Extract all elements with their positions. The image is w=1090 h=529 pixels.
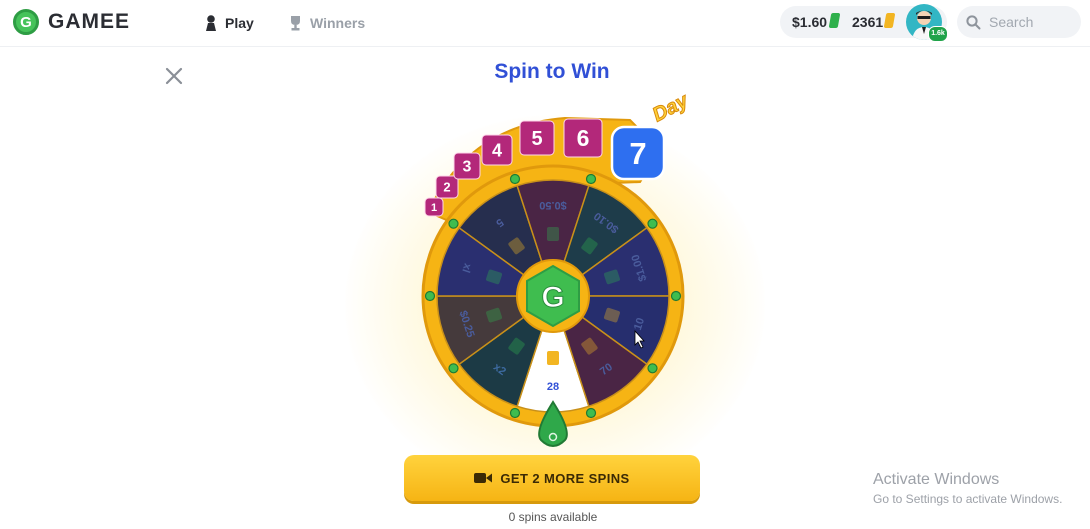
rim-stud xyxy=(448,363,459,374)
rim-stud xyxy=(424,290,436,302)
day-label: Day xyxy=(649,89,692,126)
wheel-segment-label: $0.50 xyxy=(539,199,567,211)
day-cell: 4 xyxy=(481,134,513,166)
day-number: 3 xyxy=(463,158,472,175)
rim-stud xyxy=(647,363,658,374)
spins-available-text: 0 spins available xyxy=(508,510,598,524)
rim-stud xyxy=(585,173,597,185)
day-cell: 1 xyxy=(424,197,444,217)
day-cell: 7 xyxy=(610,125,666,181)
day-number: 4 xyxy=(492,140,502,160)
watermark-title: Activate Windows xyxy=(873,471,1000,488)
get-more-spins-label: GET 2 MORE SPINS xyxy=(500,470,630,486)
get-more-spins-button[interactable]: GET 2 MORE SPINS xyxy=(404,455,700,501)
day-cell: 3 xyxy=(453,152,481,180)
watermark-subtitle: Go to Settings to activate Windows. xyxy=(873,492,1063,506)
rim-stud xyxy=(448,218,459,229)
rim-stud xyxy=(509,173,521,185)
rim-stud xyxy=(585,407,597,419)
spin-wheel-graphic: 12345 6 7 Day 28x2$0.25xl5$0.50$0.10$1.001… xyxy=(421,89,693,447)
rim-stud xyxy=(509,407,521,419)
day-cell: 2 xyxy=(435,175,459,199)
video-camera-icon xyxy=(474,473,493,483)
day-number: 7 xyxy=(629,136,646,171)
day-cell: 6 xyxy=(563,118,603,158)
cash-icon xyxy=(547,227,559,241)
windows-activation-watermark: Activate Windows Go to Settings to activ… xyxy=(873,471,1062,506)
day-number: 6 xyxy=(577,125,590,151)
day-number: 2 xyxy=(443,180,450,195)
day-number: 1 xyxy=(431,202,437,214)
day-cell: 5 xyxy=(519,120,555,156)
day-number: 5 xyxy=(531,128,542,150)
rim-stud xyxy=(647,218,658,229)
ticket-icon xyxy=(547,351,559,365)
wheel-segment-label: 28 xyxy=(547,381,559,393)
rim-stud xyxy=(670,290,682,302)
hub-logo-letter: G xyxy=(541,281,564,314)
